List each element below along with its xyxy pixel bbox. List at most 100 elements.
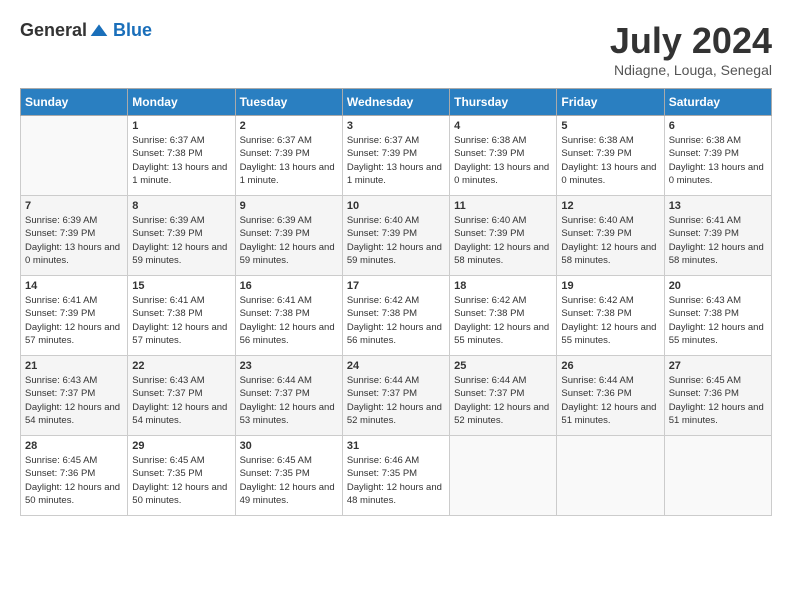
day-info: Sunrise: 6:37 AMSunset: 7:39 PMDaylight:… xyxy=(240,134,338,187)
calendar-cell: 22 Sunrise: 6:43 AMSunset: 7:37 PMDayligh… xyxy=(128,356,235,436)
day-info: Sunrise: 6:41 AMSunset: 7:39 PMDaylight:… xyxy=(25,294,123,347)
logo-general: General xyxy=(20,20,87,41)
day-number: 26 xyxy=(561,360,659,372)
day-number: 24 xyxy=(347,360,445,372)
title-block: July 2024 Ndiagne, Louga, Senegal xyxy=(610,20,772,78)
calendar-cell: 15Sunrise: 6:41 AMSunset: 7:38 PMDayligh… xyxy=(128,276,235,356)
day-info: Sunrise: 6:42 AMSunset: 7:38 PMDaylight:… xyxy=(561,294,659,347)
calendar-table: SundayMondayTuesdayWednesdayThursdayFrid… xyxy=(20,88,772,516)
calendar-cell: 13 Sunrise: 6:41 AMSunset: 7:39 PMDayligh… xyxy=(664,196,771,276)
logo-icon xyxy=(89,21,109,41)
day-info: Sunrise: 6:40 AMSunset: 7:39 PMDaylight:… xyxy=(347,214,445,267)
day-number: 13 xyxy=(669,200,767,212)
day-info: Sunrise: 6:42 AMSunset: 7:38 PMDaylight:… xyxy=(347,294,445,347)
calendar-cell xyxy=(21,116,128,196)
day-info: Sunrise: 6:44 AMSunset: 7:37 PMDaylight:… xyxy=(347,374,445,427)
calendar-cell: 30 Sunrise: 6:45 AMSunset: 7:35 PMDayligh… xyxy=(235,436,342,516)
day-number: 12 xyxy=(561,200,659,212)
calendar-cell: 27 Sunrise: 6:45 AMSunset: 7:36 PMDayligh… xyxy=(664,356,771,436)
calendar-cell: 9 Sunrise: 6:39 AMSunset: 7:39 PMDaylight… xyxy=(235,196,342,276)
calendar-cell xyxy=(450,436,557,516)
header-day-thursday: Thursday xyxy=(450,89,557,116)
calendar-cell: 18Sunrise: 6:42 AMSunset: 7:38 PMDayligh… xyxy=(450,276,557,356)
day-number: 1 xyxy=(132,120,230,132)
calendar-cell: 3Sunrise: 6:37 AMSunset: 7:39 PMDaylight… xyxy=(342,116,449,196)
calendar-cell: 2 Sunrise: 6:37 AMSunset: 7:39 PMDaylight… xyxy=(235,116,342,196)
day-info: Sunrise: 6:41 AMSunset: 7:39 PMDaylight:… xyxy=(669,214,767,267)
day-info: Sunrise: 6:46 AMSunset: 7:35 PMDaylight:… xyxy=(347,454,445,507)
day-info: Sunrise: 6:44 AMSunset: 7:37 PMDaylight:… xyxy=(240,374,338,427)
calendar-cell: 6Sunrise: 6:38 AMSunset: 7:39 PMDaylight… xyxy=(664,116,771,196)
day-info: Sunrise: 6:43 AMSunset: 7:38 PMDaylight:… xyxy=(669,294,767,347)
day-number: 29 xyxy=(132,440,230,452)
calendar-cell: 21Sunrise: 6:43 AMSunset: 7:37 PMDayligh… xyxy=(21,356,128,436)
day-number: 10 xyxy=(347,200,445,212)
calendar-cell: 19 Sunrise: 6:42 AMSunset: 7:38 PMDayligh… xyxy=(557,276,664,356)
day-info: Sunrise: 6:45 AMSunset: 7:35 PMDaylight:… xyxy=(240,454,338,507)
day-number: 2 xyxy=(240,120,338,132)
day-info: Sunrise: 6:43 AMSunset: 7:37 PMDaylight:… xyxy=(25,374,123,427)
calendar-cell: 28 Sunrise: 6:45 AMSunset: 7:36 PMDayligh… xyxy=(21,436,128,516)
calendar-cell: 10 Sunrise: 6:40 AMSunset: 7:39 PMDayligh… xyxy=(342,196,449,276)
calendar-cell xyxy=(557,436,664,516)
calendar-week-5: 28 Sunrise: 6:45 AMSunset: 7:36 PMDayligh… xyxy=(21,436,772,516)
calendar-week-4: 21Sunrise: 6:43 AMSunset: 7:37 PMDayligh… xyxy=(21,356,772,436)
day-number: 31 xyxy=(347,440,445,452)
calendar-cell: 31 Sunrise: 6:46 AMSunset: 7:35 PMDayligh… xyxy=(342,436,449,516)
calendar-cell: 4Sunrise: 6:38 AMSunset: 7:39 PMDaylight… xyxy=(450,116,557,196)
calendar-cell: 11Sunrise: 6:40 AMSunset: 7:39 PMDayligh… xyxy=(450,196,557,276)
calendar-week-1: 1Sunrise: 6:37 AMSunset: 7:38 PMDaylight… xyxy=(21,116,772,196)
day-info: Sunrise: 6:44 AMSunset: 7:37 PMDaylight:… xyxy=(454,374,552,427)
day-number: 4 xyxy=(454,120,552,132)
day-number: 23 xyxy=(240,360,338,372)
day-info: Sunrise: 6:39 AMSunset: 7:39 PMDaylight:… xyxy=(240,214,338,267)
month-title: July 2024 xyxy=(610,20,772,62)
calendar-header-row: SundayMondayTuesdayWednesdayThursdayFrid… xyxy=(21,89,772,116)
day-number: 30 xyxy=(240,440,338,452)
day-info: Sunrise: 6:43 AMSunset: 7:37 PMDaylight:… xyxy=(132,374,230,427)
day-info: Sunrise: 6:39 AMSunset: 7:39 PMDaylight:… xyxy=(25,214,123,267)
day-info: Sunrise: 6:41 AMSunset: 7:38 PMDaylight:… xyxy=(240,294,338,347)
location-title: Ndiagne, Louga, Senegal xyxy=(610,62,772,78)
day-info: Sunrise: 6:39 AMSunset: 7:39 PMDaylight:… xyxy=(132,214,230,267)
calendar-cell: 23 Sunrise: 6:44 AMSunset: 7:37 PMDayligh… xyxy=(235,356,342,436)
day-number: 22 xyxy=(132,360,230,372)
day-info: Sunrise: 6:41 AMSunset: 7:38 PMDaylight:… xyxy=(132,294,230,347)
calendar-cell: 5 Sunrise: 6:38 AMSunset: 7:39 PMDaylight… xyxy=(557,116,664,196)
day-info: Sunrise: 6:42 AMSunset: 7:38 PMDaylight:… xyxy=(454,294,552,347)
calendar-cell: 7 Sunrise: 6:39 AMSunset: 7:39 PMDaylight… xyxy=(21,196,128,276)
day-number: 5 xyxy=(561,120,659,132)
day-info: Sunrise: 6:40 AMSunset: 7:39 PMDaylight:… xyxy=(561,214,659,267)
header-day-sunday: Sunday xyxy=(21,89,128,116)
day-number: 7 xyxy=(25,200,123,212)
calendar-body: 1Sunrise: 6:37 AMSunset: 7:38 PMDaylight… xyxy=(21,116,772,516)
day-number: 17 xyxy=(347,280,445,292)
header-day-monday: Monday xyxy=(128,89,235,116)
page-header: General Blue July 2024 Ndiagne, Louga, S… xyxy=(20,20,772,78)
day-number: 20 xyxy=(669,280,767,292)
day-number: 19 xyxy=(561,280,659,292)
day-number: 3 xyxy=(347,120,445,132)
logo-blue: Blue xyxy=(113,20,152,41)
calendar-cell: 17 Sunrise: 6:42 AMSunset: 7:38 PMDayligh… xyxy=(342,276,449,356)
calendar-cell: 1Sunrise: 6:37 AMSunset: 7:38 PMDaylight… xyxy=(128,116,235,196)
day-info: Sunrise: 6:38 AMSunset: 7:39 PMDaylight:… xyxy=(561,134,659,187)
day-number: 28 xyxy=(25,440,123,452)
day-number: 25 xyxy=(454,360,552,372)
day-info: Sunrise: 6:45 AMSunset: 7:35 PMDaylight:… xyxy=(132,454,230,507)
header-day-friday: Friday xyxy=(557,89,664,116)
day-number: 9 xyxy=(240,200,338,212)
calendar-cell: 29 Sunrise: 6:45 AMSunset: 7:35 PMDayligh… xyxy=(128,436,235,516)
day-info: Sunrise: 6:40 AMSunset: 7:39 PMDaylight:… xyxy=(454,214,552,267)
calendar-cell: 20 Sunrise: 6:43 AMSunset: 7:38 PMDayligh… xyxy=(664,276,771,356)
calendar-cell: 25 Sunrise: 6:44 AMSunset: 7:37 PMDayligh… xyxy=(450,356,557,436)
day-number: 14 xyxy=(25,280,123,292)
calendar-week-2: 7 Sunrise: 6:39 AMSunset: 7:39 PMDaylight… xyxy=(21,196,772,276)
day-number: 8 xyxy=(132,200,230,212)
header-day-tuesday: Tuesday xyxy=(235,89,342,116)
day-number: 16 xyxy=(240,280,338,292)
day-number: 27 xyxy=(669,360,767,372)
day-info: Sunrise: 6:45 AMSunset: 7:36 PMDaylight:… xyxy=(25,454,123,507)
logo: General Blue xyxy=(20,20,152,41)
day-info: Sunrise: 6:45 AMSunset: 7:36 PMDaylight:… xyxy=(669,374,767,427)
